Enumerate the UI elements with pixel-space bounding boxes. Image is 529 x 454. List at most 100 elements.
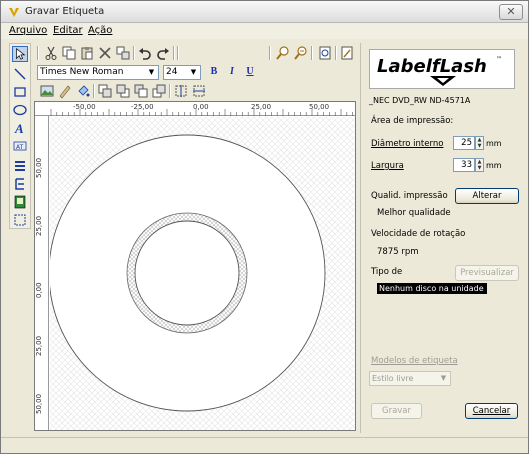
ruler-label: 25,00 bbox=[35, 215, 43, 236]
ruler-label: 50,00 bbox=[35, 393, 43, 414]
toolbar-separator bbox=[173, 46, 175, 60]
arc-text-tool-icon[interactable]: AT bbox=[12, 138, 28, 154]
disc-status: Nenhum disco na unidade bbox=[377, 283, 487, 294]
zoom-out-icon[interactable] bbox=[293, 45, 309, 61]
spin-down-icon[interactable]: ▼ bbox=[476, 143, 483, 149]
align-middle-icon[interactable] bbox=[191, 83, 207, 99]
labelflash-logo-graphic: LabelfLash ™ bbox=[377, 56, 502, 86]
toolbar-separator bbox=[177, 46, 179, 60]
inner-diameter-spinner[interactable]: ▲ ▼ bbox=[475, 136, 484, 150]
rectangle-tool-icon[interactable] bbox=[12, 84, 28, 100]
print-settings-panel: LabelfLash ™ _NEC DVD_RW ND-4571A Área d… bbox=[360, 43, 525, 433]
zoom-in-icon[interactable] bbox=[275, 45, 291, 61]
ruler-label: -50,00 bbox=[73, 103, 96, 111]
svg-text:AT: AT bbox=[16, 144, 24, 151]
title-tool-icon[interactable] bbox=[12, 176, 28, 192]
chevron-down-icon: ▼ bbox=[190, 68, 197, 76]
actual-size-icon[interactable] bbox=[339, 45, 355, 61]
ruler-label: 0,00 bbox=[35, 282, 43, 298]
menu-acao[interactable]: Ação bbox=[88, 25, 112, 36]
ruler-label: 25,00 bbox=[251, 103, 272, 111]
ruler-label: 50,00 bbox=[309, 103, 330, 111]
disc-preview bbox=[50, 117, 355, 430]
svg-text:A: A bbox=[14, 121, 24, 136]
close-button[interactable]: ✕ bbox=[499, 4, 523, 20]
width-input[interactable]: 33 bbox=[453, 158, 475, 172]
arrange-toolbar bbox=[35, 82, 355, 100]
send-backward-icon[interactable] bbox=[133, 83, 149, 99]
image-properties-icon[interactable] bbox=[39, 83, 55, 99]
bold-button[interactable]: B bbox=[207, 65, 221, 79]
font-family-select[interactable]: Times New Roman ▼ bbox=[37, 65, 159, 80]
fit-page-icon[interactable] bbox=[317, 45, 333, 61]
preview-button[interactable]: Previsualizar bbox=[455, 265, 519, 281]
width-label: Largura bbox=[371, 161, 404, 171]
disc-inner-edge bbox=[134, 220, 240, 326]
app-window: Gravar Etiqueta ✕ Arquivo Editar Ação A … bbox=[0, 0, 529, 454]
menu-editar[interactable]: Editar bbox=[53, 25, 83, 36]
logo-text: LabelfLash bbox=[377, 56, 487, 77]
paste-icon[interactable] bbox=[79, 45, 95, 61]
underline-button[interactable]: U bbox=[243, 65, 257, 79]
send-back-icon[interactable] bbox=[151, 83, 167, 99]
unit-label: mm bbox=[486, 139, 502, 148]
quality-label: Qualid. impressão bbox=[371, 191, 448, 201]
bring-front-icon[interactable] bbox=[97, 83, 113, 99]
ruler-label: 50,00 bbox=[35, 157, 43, 178]
change-quality-button[interactable]: Alterar bbox=[455, 188, 519, 204]
quality-value: Melhor qualidade bbox=[377, 208, 451, 218]
title-bar: Gravar Etiqueta ✕ bbox=[1, 1, 528, 23]
redo-icon[interactable] bbox=[155, 45, 171, 61]
drawing-toolbar: A AT bbox=[9, 43, 31, 229]
chevron-down-icon: ▼ bbox=[148, 68, 155, 76]
align-center-icon[interactable] bbox=[173, 83, 189, 99]
inner-diameter-input[interactable]: 25 bbox=[453, 136, 475, 150]
spin-down-icon[interactable]: ▼ bbox=[476, 165, 483, 171]
print-area-label: Área de impressão: bbox=[371, 116, 454, 126]
rotation-label: Velocidade de rotação bbox=[371, 229, 466, 239]
font-size-select[interactable]: 24 ▼ bbox=[163, 65, 201, 80]
disc-type-label: Tipo de bbox=[371, 267, 403, 277]
edit-toolbar bbox=[35, 44, 355, 62]
window-title: Gravar Etiqueta bbox=[25, 6, 105, 17]
status-bar bbox=[1, 437, 528, 453]
toolbar-separator bbox=[269, 46, 271, 60]
line-tool-icon[interactable] bbox=[12, 66, 28, 82]
label-canvas[interactable]: -50,00 -25,00 0,00 25,00 50,00 50,00 25,… bbox=[34, 101, 356, 431]
unit-label: mm bbox=[486, 161, 502, 170]
label-style-value: Estilo livre bbox=[372, 374, 414, 383]
select-arrow-icon[interactable] bbox=[12, 46, 28, 62]
ruler-label: -25,00 bbox=[131, 103, 154, 111]
copy-icon[interactable] bbox=[61, 45, 77, 61]
italic-button[interactable]: I bbox=[225, 65, 239, 79]
cut-icon[interactable] bbox=[43, 45, 59, 61]
write-button[interactable]: Gravar bbox=[371, 403, 422, 419]
width-spinner[interactable]: ▲ ▼ bbox=[475, 158, 484, 172]
bring-forward-icon[interactable] bbox=[115, 83, 131, 99]
logo-tm: ™ bbox=[496, 56, 502, 63]
ruler-label: 0,00 bbox=[193, 103, 209, 111]
image-tool-icon[interactable] bbox=[12, 194, 28, 210]
toolbar-separator bbox=[93, 84, 95, 98]
font-family-value: Times New Roman bbox=[40, 67, 124, 77]
drive-name: _NEC DVD_RW ND-4571A bbox=[369, 96, 471, 105]
frame-tool-icon[interactable] bbox=[12, 212, 28, 228]
cancel-button[interactable]: Cancelar bbox=[465, 403, 518, 419]
toolbar-separator bbox=[133, 46, 135, 60]
delete-icon[interactable] bbox=[97, 45, 113, 61]
toolbar-separator bbox=[37, 46, 39, 60]
ruler-label: 25,00 bbox=[35, 335, 43, 356]
label-style-select[interactable]: Estilo livre ▼ bbox=[369, 371, 451, 386]
duplicate-icon[interactable] bbox=[115, 45, 131, 61]
chevron-down-icon: ▼ bbox=[440, 374, 447, 382]
pen-color-icon[interactable] bbox=[57, 83, 73, 99]
list-tool-icon[interactable] bbox=[12, 158, 28, 174]
text-tool-icon[interactable]: A bbox=[12, 120, 28, 136]
ellipse-tool-icon[interactable] bbox=[12, 102, 28, 118]
inner-diameter-label: Diâmetro interno bbox=[371, 139, 444, 149]
menu-arquivo[interactable]: Arquivo bbox=[9, 25, 47, 36]
fill-color-icon[interactable] bbox=[75, 83, 91, 99]
label-models-label: Modelos de etiqueta bbox=[371, 356, 458, 366]
undo-icon[interactable] bbox=[137, 45, 153, 61]
toolbar-separator bbox=[311, 46, 313, 60]
